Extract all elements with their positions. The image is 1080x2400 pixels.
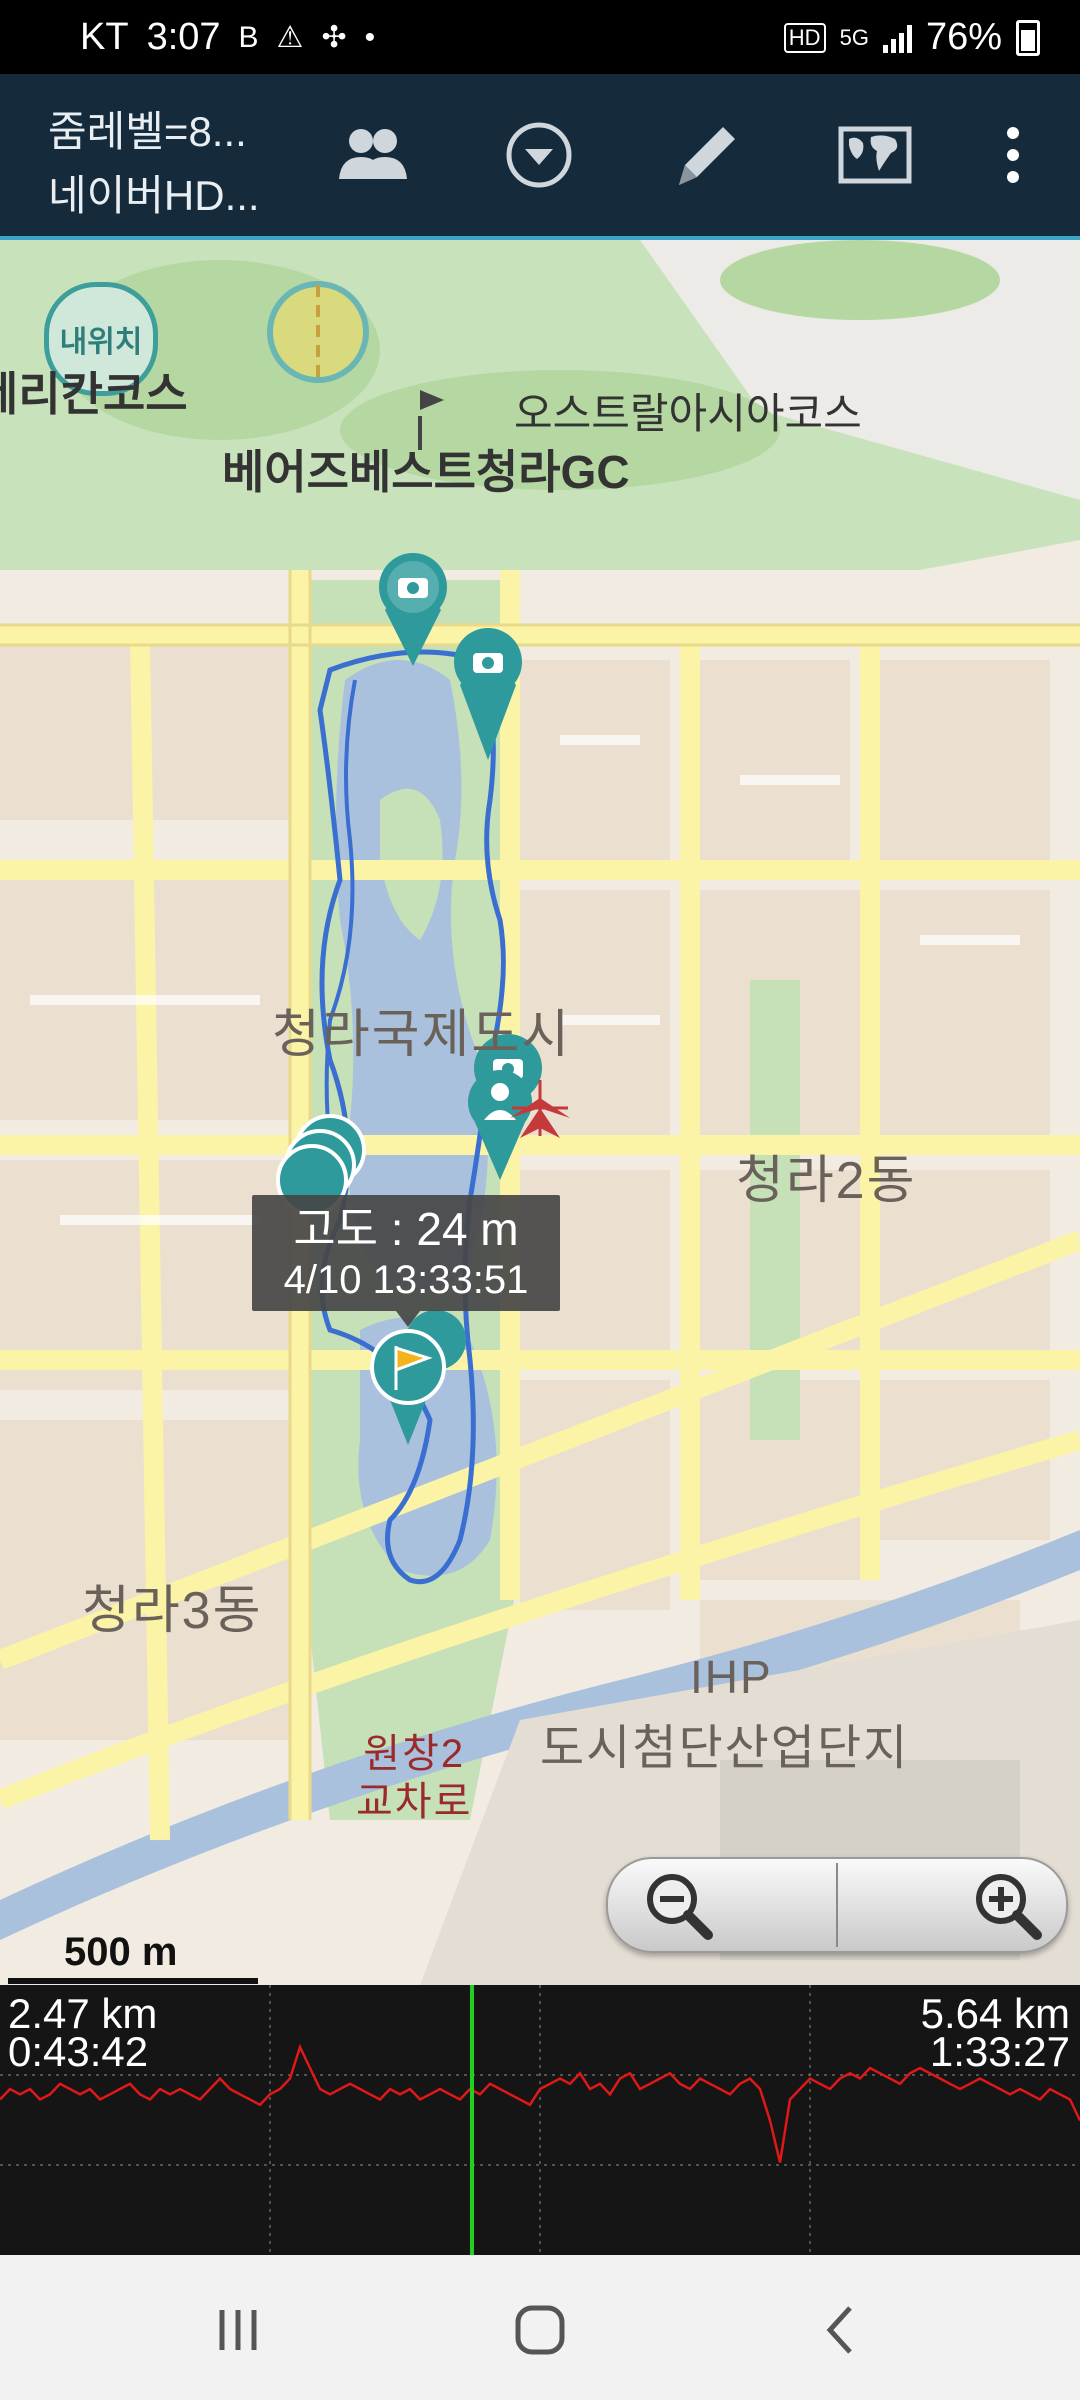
hd-voice-icon: HD — [783, 22, 826, 53]
group-button[interactable] — [328, 110, 418, 200]
fan-icon: ✣ — [321, 21, 347, 54]
map-view[interactable]: 내위치 제리칸코스 오스트랄아시아코스 베어즈베스트청라GC 청라국제도시 청라… — [0, 240, 1080, 1985]
zoom-control — [606, 1857, 1068, 1953]
dropdown-icon — [506, 122, 572, 188]
clock: 3:07 — [146, 16, 221, 58]
industrial-label: 도시첨단산업단지 — [540, 1722, 910, 1775]
map-layer-button[interactable] — [830, 110, 920, 200]
network-type: 5G — [839, 24, 869, 50]
altitude-text: 고도 : 24 m — [293, 1203, 519, 1255]
home-button[interactable] — [500, 2295, 580, 2365]
dropdown-button[interactable] — [494, 110, 584, 200]
scale-line — [8, 1978, 258, 1984]
dong2-label: 청라2동 — [736, 1152, 917, 1210]
city-label: 청라국제도시 — [272, 1006, 572, 1064]
altitude-tooltip[interactable]: 고도 : 24 m 4/10 13:33:51 — [252, 1195, 560, 1327]
signal-icon — [882, 23, 912, 53]
elevation-profile[interactable]: 2.47 km 0:43:42 5.64 km 1:33:27 — [0, 1985, 1080, 2255]
battery-icon — [1016, 19, 1040, 56]
dong3-label: 청라3동 — [82, 1582, 263, 1640]
map-title[interactable]: 줌레벨=8... 네이버HD... — [48, 100, 260, 228]
elevation-grid — [0, 1985, 1080, 2255]
pencil-icon — [679, 127, 735, 185]
golf-club-label: 베어즈베스트청라GC — [222, 446, 630, 498]
carrier-label: KT — [80, 16, 129, 58]
app-toolbar: 줌레벨=8... 네이버HD... — [0, 74, 1080, 240]
map-source-text: 네이버HD... — [48, 172, 260, 219]
zoom-in-button[interactable] — [837, 1859, 1066, 1951]
home-icon — [515, 2305, 565, 2355]
elevation-chart[interactable] — [0, 1985, 1080, 2255]
ihp-label: IHP — [690, 1651, 773, 1703]
tooltip-datetime: 4/10 13:33:51 — [283, 1258, 529, 1302]
warning-icon: ⚠ — [276, 21, 304, 54]
more-icon — [1007, 127, 1019, 183]
zoom-level-text: 줌레벨=8... — [48, 108, 247, 155]
edit-button[interactable] — [660, 110, 750, 200]
battery-percent: 76% — [925, 16, 1002, 58]
back-button[interactable] — [802, 2295, 882, 2365]
right-time: 1:33:27 — [929, 2028, 1070, 2075]
dot-icon: • — [364, 20, 376, 54]
zoom-out-button[interactable] — [608, 1859, 837, 1951]
right-stats: 5.64 km 1:33:27 — [921, 1993, 1070, 2075]
world-map-icon — [838, 126, 912, 184]
back-icon — [826, 2306, 852, 2354]
scale-label: 500 m — [64, 1930, 178, 1974]
left-stats: 2.47 km 0:43:42 — [8, 1993, 157, 2075]
more-button[interactable] — [968, 110, 1058, 200]
group-icon — [339, 129, 407, 179]
course-label-left: 제리칸코스 — [0, 368, 188, 420]
zoom-out-icon — [647, 1874, 713, 1940]
junction-label: 원창2 교차로 — [356, 1732, 473, 1824]
zoom-in-icon — [976, 1874, 1042, 1940]
scale-bar: 500 m — [8, 1930, 258, 1985]
system-nav-bar — [0, 2255, 1080, 2400]
left-time: 0:43:42 — [8, 2028, 149, 2075]
bixby-icon: B — [238, 20, 259, 54]
recent-apps-icon — [219, 2310, 257, 2350]
recent-apps-button[interactable] — [198, 2295, 278, 2365]
status-bar: KT 3:07 B ⚠ ✣ • HD 5G 76% — [0, 0, 1080, 74]
course-label-right: 오스트랄아시아코스 — [514, 390, 862, 437]
